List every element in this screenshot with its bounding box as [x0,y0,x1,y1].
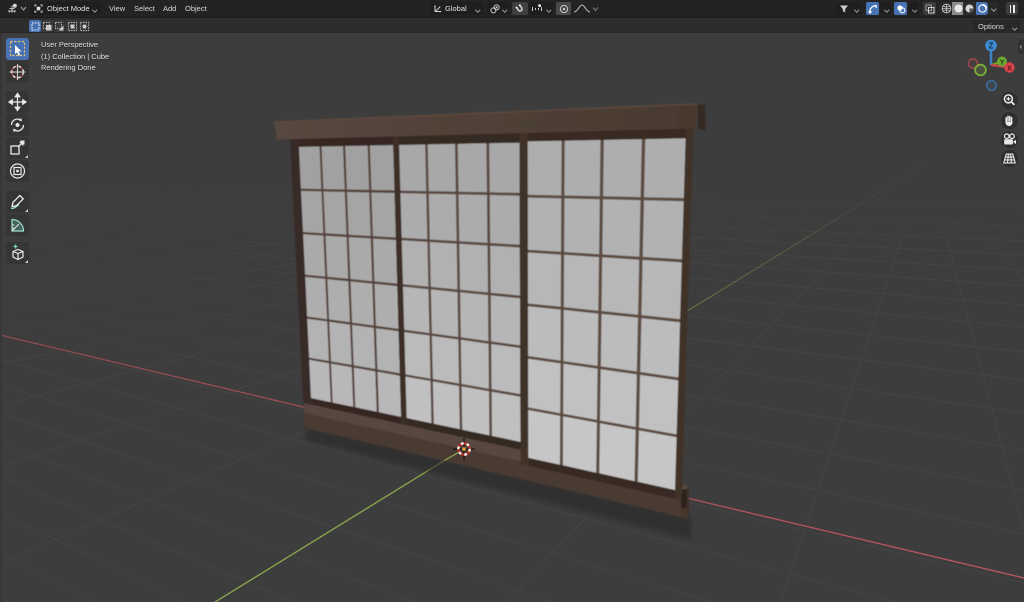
svg-text:Z: Z [989,41,994,50]
svg-text:X: X [1007,63,1012,72]
svg-text:Y: Y [999,57,1004,66]
